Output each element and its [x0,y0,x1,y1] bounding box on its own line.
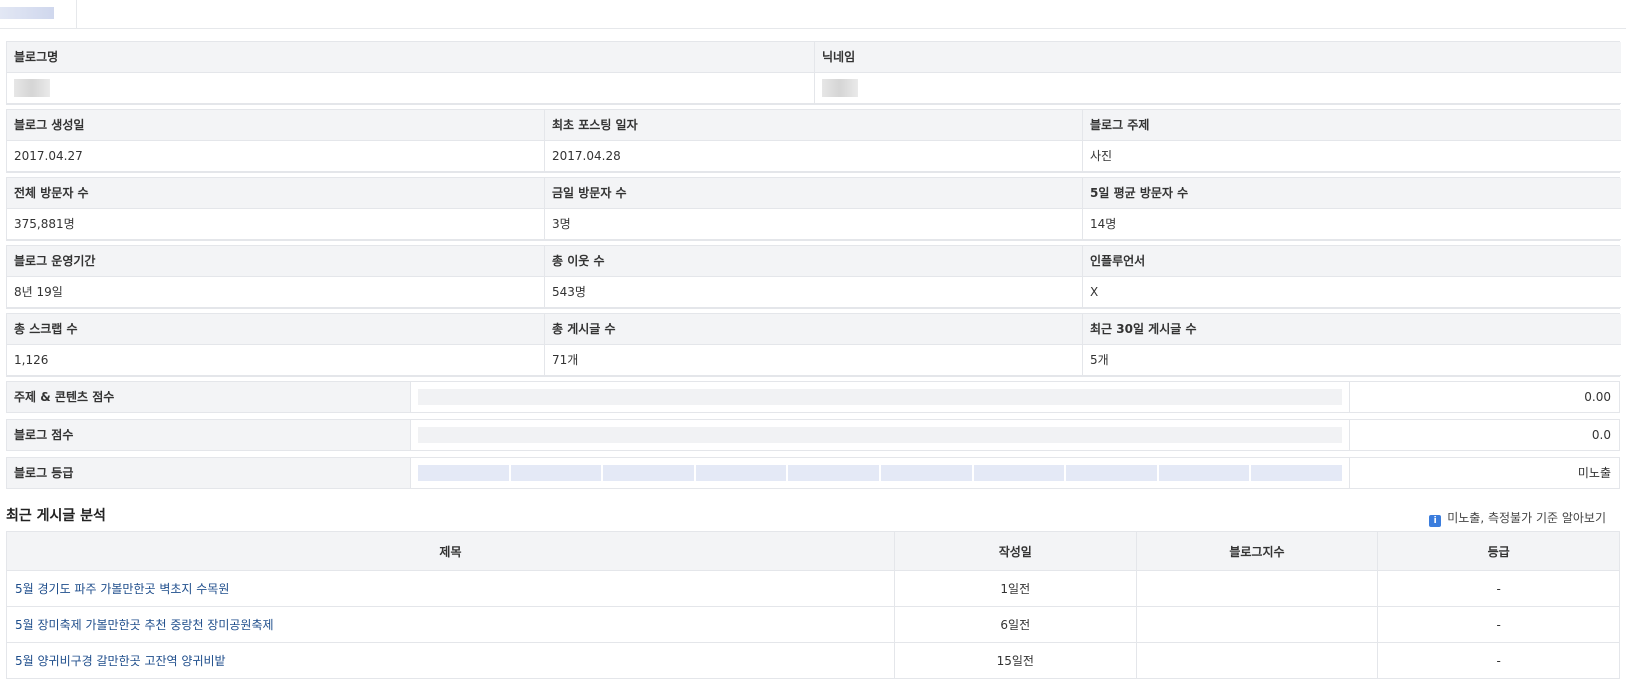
tab-stub[interactable] [0,0,77,28]
grade-segment [1158,465,1250,481]
grade-segment [973,465,1065,481]
table-header-row: 제목 작성일 블로그지수 등급 [6,531,1620,571]
recent30-value: 5개 [1083,345,1621,376]
post-grade: - [1377,606,1620,643]
post-index [1135,642,1379,679]
post-title-link[interactable]: 5월 경기도 파주 가볼만한곳 벽초지 수목원 [6,570,895,607]
dates-grid: 블로그 생성일 최초 포스팅 일자 블로그 주제 2017.04.27 2017… [6,109,1621,173]
recent-posts-header: 최근 게시글 분석 i 미노출, 측정불가 기준 알아보기 [6,495,1620,531]
created-value: 2017.04.27 [7,141,545,172]
period-value: 8년 19일 [7,277,545,308]
post-grade: - [1377,570,1620,607]
blog-grade-row: 블로그 등급 미노출 [6,457,1620,489]
post-title-link[interactable]: 5월 양귀비구경 갈만한곳 고잔역 양귀비밭 [6,642,895,679]
period-grid: 블로그 운영기간 총 이웃 수 인플루언서 8년 19일 543명 X [6,245,1621,309]
topic-content-score-row: 주제 & 콘텐츠 점수 0.00 [6,381,1620,413]
recent30-label: 최근 30일 게시글 수 [1083,314,1621,345]
col-grade: 등급 [1377,531,1620,571]
blog-score-value: 0.0 [1591,428,1611,442]
topic-value: 사진 [1083,141,1621,172]
grade-segment [880,465,972,481]
visitors-grid: 전체 방문자 수 금일 방문자 수 5일 평균 방문자 수 375,881명 3… [6,177,1621,241]
nickname-label: 닉네임 [815,42,1621,73]
col-title: 제목 [6,531,895,571]
recent-posts-title: 최근 게시글 분석 [6,508,106,524]
created-label: 블로그 생성일 [7,110,545,141]
table-row: 5월 경기도 파주 가볼만한곳 벽초지 수목원 1일전 - [6,570,1620,607]
col-date: 작성일 [893,531,1137,571]
topic-content-score-bar [411,382,1350,412]
post-grade: - [1377,642,1620,679]
post-date: 1일전 [893,570,1137,607]
blog-grade-label: 블로그 등급 [7,458,411,488]
blog-name-value [7,73,815,104]
blog-grade-value: 미노출 [1577,466,1611,480]
blog-score-bar [411,420,1350,450]
post-date: 6일전 [893,606,1137,643]
blog-score-track [418,427,1342,443]
grade-segment [418,465,509,481]
grade-segment [603,465,694,481]
today-visitors-label: 금일 방문자 수 [545,178,1083,209]
post-index [1135,606,1379,643]
grade-segment [1066,465,1157,481]
posts-value: 71개 [545,345,1083,376]
total-visitors-label: 전체 방문자 수 [7,178,545,209]
top-bar [0,0,1626,29]
blog-name-grid: 블로그명 닉네임 [6,41,1621,105]
avg5-value: 14명 [1083,209,1621,240]
topic-content-score-track [418,389,1342,405]
posts-grid: 총 스크랩 수 총 게시글 수 최근 30일 게시글 수 1,126 71개 5… [6,313,1621,377]
recent-posts-table: 제목 작성일 블로그지수 등급 5월 경기도 파주 가볼만한곳 벽초지 수목원 … [6,531,1620,679]
table-row: 5월 양귀비구경 갈만한곳 고잔역 양귀비밭 15일전 - [6,642,1620,679]
blog-grade-bar [411,458,1350,488]
period-label: 블로그 운영기간 [7,246,545,277]
neighbors-value: 543명 [545,277,1083,308]
nickname-value [815,73,1621,104]
neighbors-label: 총 이웃 수 [545,246,1083,277]
criteria-help-text: 미노출, 측정불가 기준 알아보기 [1447,511,1606,525]
blurred-nickname [822,79,858,97]
influencer-value: X [1083,277,1621,308]
post-date: 15일전 [893,642,1137,679]
posts-label: 총 게시글 수 [545,314,1083,345]
blog-name-label: 블로그명 [7,42,815,73]
blog-score-label: 블로그 점수 [7,420,411,450]
col-index: 블로그지수 [1135,531,1379,571]
blog-score-row: 블로그 점수 0.0 [6,419,1620,451]
scraps-value: 1,126 [7,345,545,376]
grade-segment [1251,465,1342,481]
topic-content-score-value: 0.00 [1584,390,1611,404]
avg5-label: 5일 평균 방문자 수 [1083,178,1621,209]
post-title-link[interactable]: 5월 장미축제 가볼만한곳 추천 중랑천 장미공원축제 [6,606,895,643]
total-visitors-value: 375,881명 [7,209,545,240]
topic-label: 블로그 주제 [1083,110,1621,141]
blurred-tab-label [0,7,54,19]
table-row: 5월 장미축제 가볼만한곳 추천 중랑천 장미공원축제 6일전 - [6,606,1620,643]
grade-segment [695,465,787,481]
first-post-value: 2017.04.28 [545,141,1083,172]
grade-segment [510,465,602,481]
grade-segments [418,465,1342,481]
grade-segment [788,465,879,481]
scraps-label: 총 스크랩 수 [7,314,545,345]
influencer-label: 인플루언서 [1083,246,1621,277]
blog-info-panel: 블로그명 닉네임 블로그 생성일 최초 포스팅 일자 블로그 주제 2017.0… [6,41,1621,679]
criteria-help-link[interactable]: i 미노출, 측정불가 기준 알아보기 [1429,509,1606,527]
info-icon: i [1429,515,1442,527]
today-visitors-value: 3명 [545,209,1083,240]
topic-content-score-label: 주제 & 콘텐츠 점수 [7,382,411,412]
blurred-blog-name [14,79,50,97]
first-post-label: 최초 포스팅 일자 [545,110,1083,141]
post-index [1135,570,1379,607]
